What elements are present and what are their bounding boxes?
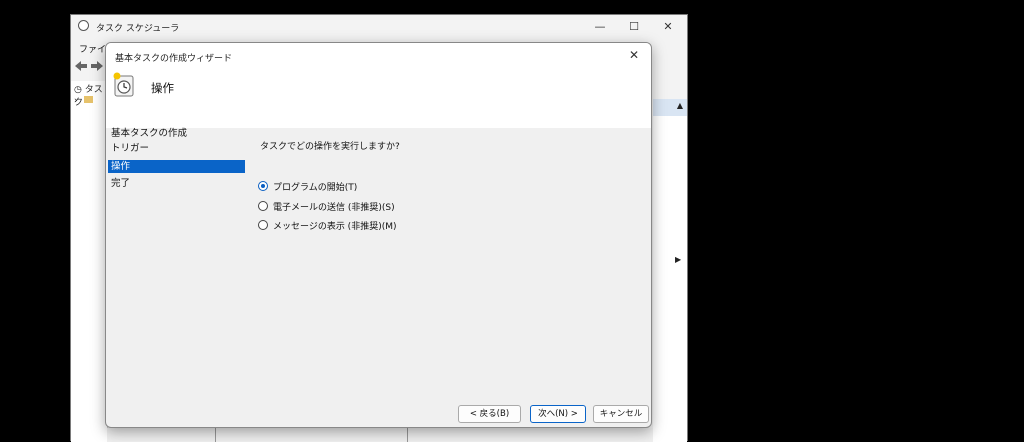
radio-send-email[interactable] bbox=[258, 201, 268, 211]
step-heading: 操作 bbox=[151, 81, 174, 95]
step-finish: 完了 bbox=[111, 178, 131, 189]
tree-pane: ◷ タスク › bbox=[71, 81, 108, 442]
action-question: タスクでどの操作を実行しますか? bbox=[260, 142, 400, 152]
dialog-title-bar: 基本タスクの作成ウィザード ✕ bbox=[106, 43, 651, 68]
clock-icon bbox=[78, 20, 89, 31]
close-button[interactable]: ✕ bbox=[653, 18, 683, 36]
option-label[interactable]: プログラムの開始(T) bbox=[273, 180, 357, 193]
collapse-up-icon[interactable]: ▲ bbox=[677, 101, 683, 110]
dialog-title: 基本タスクの作成ウィザード bbox=[115, 54, 233, 64]
option-label[interactable]: 電子メールの送信 (非推奨)(S) bbox=[273, 200, 395, 213]
clock-icon: ◷ bbox=[74, 85, 82, 95]
next-button[interactable]: 次へ(N) > bbox=[530, 405, 586, 423]
dialog-close-button[interactable]: ✕ bbox=[625, 47, 643, 63]
cancel-button[interactable]: キャンセル bbox=[593, 405, 649, 423]
expand-right-icon[interactable]: ▶ bbox=[675, 255, 681, 264]
maximize-button[interactable]: ☐ bbox=[619, 18, 649, 36]
step-action: 操作 bbox=[108, 160, 245, 173]
step-create-basic-task: 基本タスクの作成 bbox=[111, 128, 188, 139]
forward-arrow-icon[interactable] bbox=[90, 59, 104, 73]
actions-pane: ▲ bbox=[653, 99, 687, 442]
dialog-header: 操作 bbox=[106, 68, 651, 128]
main-title-bar: タスク スケジューラ — ☐ ✕ bbox=[71, 15, 687, 39]
column-divider bbox=[407, 428, 408, 442]
back-arrow-icon[interactable] bbox=[74, 59, 88, 73]
radio-display-message[interactable] bbox=[258, 220, 268, 230]
option-label[interactable]: メッセージの表示 (非推奨)(M) bbox=[273, 219, 397, 232]
status-strip bbox=[107, 428, 653, 442]
back-button[interactable]: < 戻る(B) bbox=[458, 405, 521, 423]
radio-start-program[interactable] bbox=[258, 181, 268, 191]
step-trigger: トリガー bbox=[111, 143, 150, 154]
minimize-button[interactable]: — bbox=[585, 18, 615, 36]
chevron-right-icon[interactable]: › bbox=[74, 96, 78, 106]
create-basic-task-wizard: 基本タスクの作成ウィザード ✕ 操作 基本タスクの作成 トリガー 操作 完了 タ… bbox=[105, 42, 652, 428]
actions-header: ▲ bbox=[653, 99, 687, 116]
tree-item-library[interactable]: › bbox=[74, 96, 94, 106]
task-clock-icon bbox=[112, 72, 134, 97]
main-window-title: タスク スケジューラ bbox=[96, 24, 180, 34]
folder-icon bbox=[84, 96, 94, 103]
column-divider bbox=[215, 428, 216, 442]
